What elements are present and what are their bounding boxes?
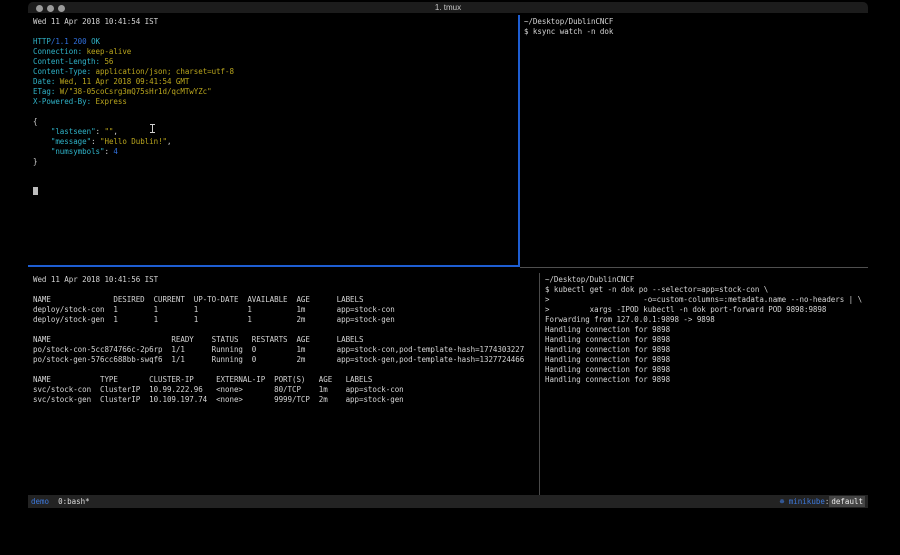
terminal-line: } [33, 157, 514, 167]
kube-context: minikube [789, 497, 825, 506]
window-label[interactable]: 0:bash* [58, 497, 90, 506]
tmux-pane-area: Wed 11 Apr 2018 10:41:54 IST HTTP/1.1 200… [28, 15, 868, 495]
terminal-line: deploy/stock-gen 1 1 1 1 2m app=stock-ge… [33, 315, 535, 325]
terminal-line: > -o=custom-columns=:metadata.name --no-… [545, 295, 864, 305]
terminal-line: po/stock-gen-576cc688bb-swqf6 1/1 Runnin… [33, 355, 535, 365]
terminal-line: Handling connection for 9898 [545, 375, 864, 385]
terminal-line: { [33, 117, 514, 127]
terminal-line: X-Powered-By: Express [33, 97, 514, 107]
terminal-line: "message": "Hello Dublin!", [33, 137, 514, 147]
tmux-status-bar: demo 0:bash* ☸ minikube:default [28, 495, 868, 508]
terminal-line: ETag: W/"38-05coCsrg3mQ75sHr1d/qcMTwYZc" [33, 87, 514, 97]
pane-ksync-watch[interactable]: ~/Desktop/DublinCNCF$ ksync watch -n dok [520, 15, 868, 265]
terminal-line [33, 177, 514, 187]
terminal-line [33, 107, 514, 117]
terminal-line: Handling connection for 9898 [545, 365, 864, 375]
terminal-line: "lastseen": "", [33, 127, 514, 137]
terminal-line: ~/Desktop/DublinCNCF [545, 275, 864, 285]
terminal-line [33, 187, 514, 197]
pane-http-response[interactable]: Wed 11 Apr 2018 10:41:54 IST HTTP/1.1 200… [28, 15, 520, 267]
terminal-line [33, 365, 535, 375]
terminal-line: NAME READY STATUS RESTARTS AGE LABELS [33, 335, 535, 345]
pane-port-forward[interactable]: ~/Desktop/DublinCNCF$ kubectl get -n dok… [541, 273, 868, 495]
title-bar[interactable]: 1. tmux [28, 2, 868, 14]
terminal-line: $ ksync watch -n dok [524, 27, 864, 37]
terminal-line: NAME TYPE CLUSTER-IP EXTERNAL-IP PORT(S)… [33, 375, 535, 385]
kube-namespace: default [829, 496, 865, 507]
traffic-lights [36, 5, 65, 12]
pane-divider-horizontal[interactable] [520, 267, 868, 268]
terminal-line: Handling connection for 9898 [545, 345, 864, 355]
terminal-line: ~/Desktop/DublinCNCF [524, 17, 864, 27]
terminal-line: svc/stock-con ClusterIP 10.99.222.96 <no… [33, 385, 535, 395]
terminal-line: "numsymbols": 4 [33, 147, 514, 157]
terminal-line: HTTP/1.1 200 OK [33, 37, 514, 47]
terminal-line: Content-Length: 56 [33, 57, 514, 67]
terminal-line: $ kubectl get -n dok po --selector=app=s… [545, 285, 864, 295]
text-cursor [33, 187, 38, 195]
terminal-line: Date: Wed, 11 Apr 2018 09:41:54 GMT [33, 77, 514, 87]
window-title: 1. tmux [28, 2, 868, 14]
terminal-line: Forwarding from 127.0.0.1:9898 -> 9898 [545, 315, 864, 325]
zoom-button[interactable] [58, 5, 65, 12]
terminal-line: deploy/stock-con 1 1 1 1 1m app=stock-co… [33, 305, 535, 315]
terminal-line [33, 167, 514, 177]
session-name[interactable]: demo [31, 497, 49, 506]
terminal-line [33, 325, 535, 335]
terminal-line: NAME DESIRED CURRENT UP-TO-DATE AVAILABL… [33, 295, 535, 305]
terminal-line: Wed 11 Apr 2018 10:41:54 IST [33, 17, 514, 27]
terminal-line: Handling connection for 9898 [545, 335, 864, 345]
terminal-line [33, 285, 535, 295]
terminal-line: Connection: keep-alive [33, 47, 514, 57]
minimize-button[interactable] [47, 5, 54, 12]
mouse-cursor [150, 124, 155, 133]
terminal-line: Handling connection for 9898 [545, 325, 864, 335]
terminal-line: po/stock-con-5cc874766c-2p6rp 1/1 Runnin… [33, 345, 535, 355]
pane-kubectl-resources[interactable]: Wed 11 Apr 2018 10:41:56 IST NAME DESIRED… [28, 273, 540, 495]
terminal-line: Handling connection for 9898 [545, 355, 864, 365]
terminal-line: Content-Type: application/json; charset=… [33, 67, 514, 77]
terminal-line [33, 27, 514, 37]
terminal-line: svc/stock-gen ClusterIP 10.109.197.74 <n… [33, 395, 535, 405]
terminal-line: Wed 11 Apr 2018 10:41:56 IST [33, 275, 535, 285]
terminal-line: > xargs -IPOD kubectl -n dok port-forwar… [545, 305, 864, 315]
status-right: ☸ minikube:default [780, 495, 865, 508]
terminal-window: 1. tmux Wed 11 Apr 2018 10:41:54 IST HTTP… [28, 2, 868, 508]
status-left: demo 0:bash* [31, 495, 90, 508]
close-button[interactable] [36, 5, 43, 12]
